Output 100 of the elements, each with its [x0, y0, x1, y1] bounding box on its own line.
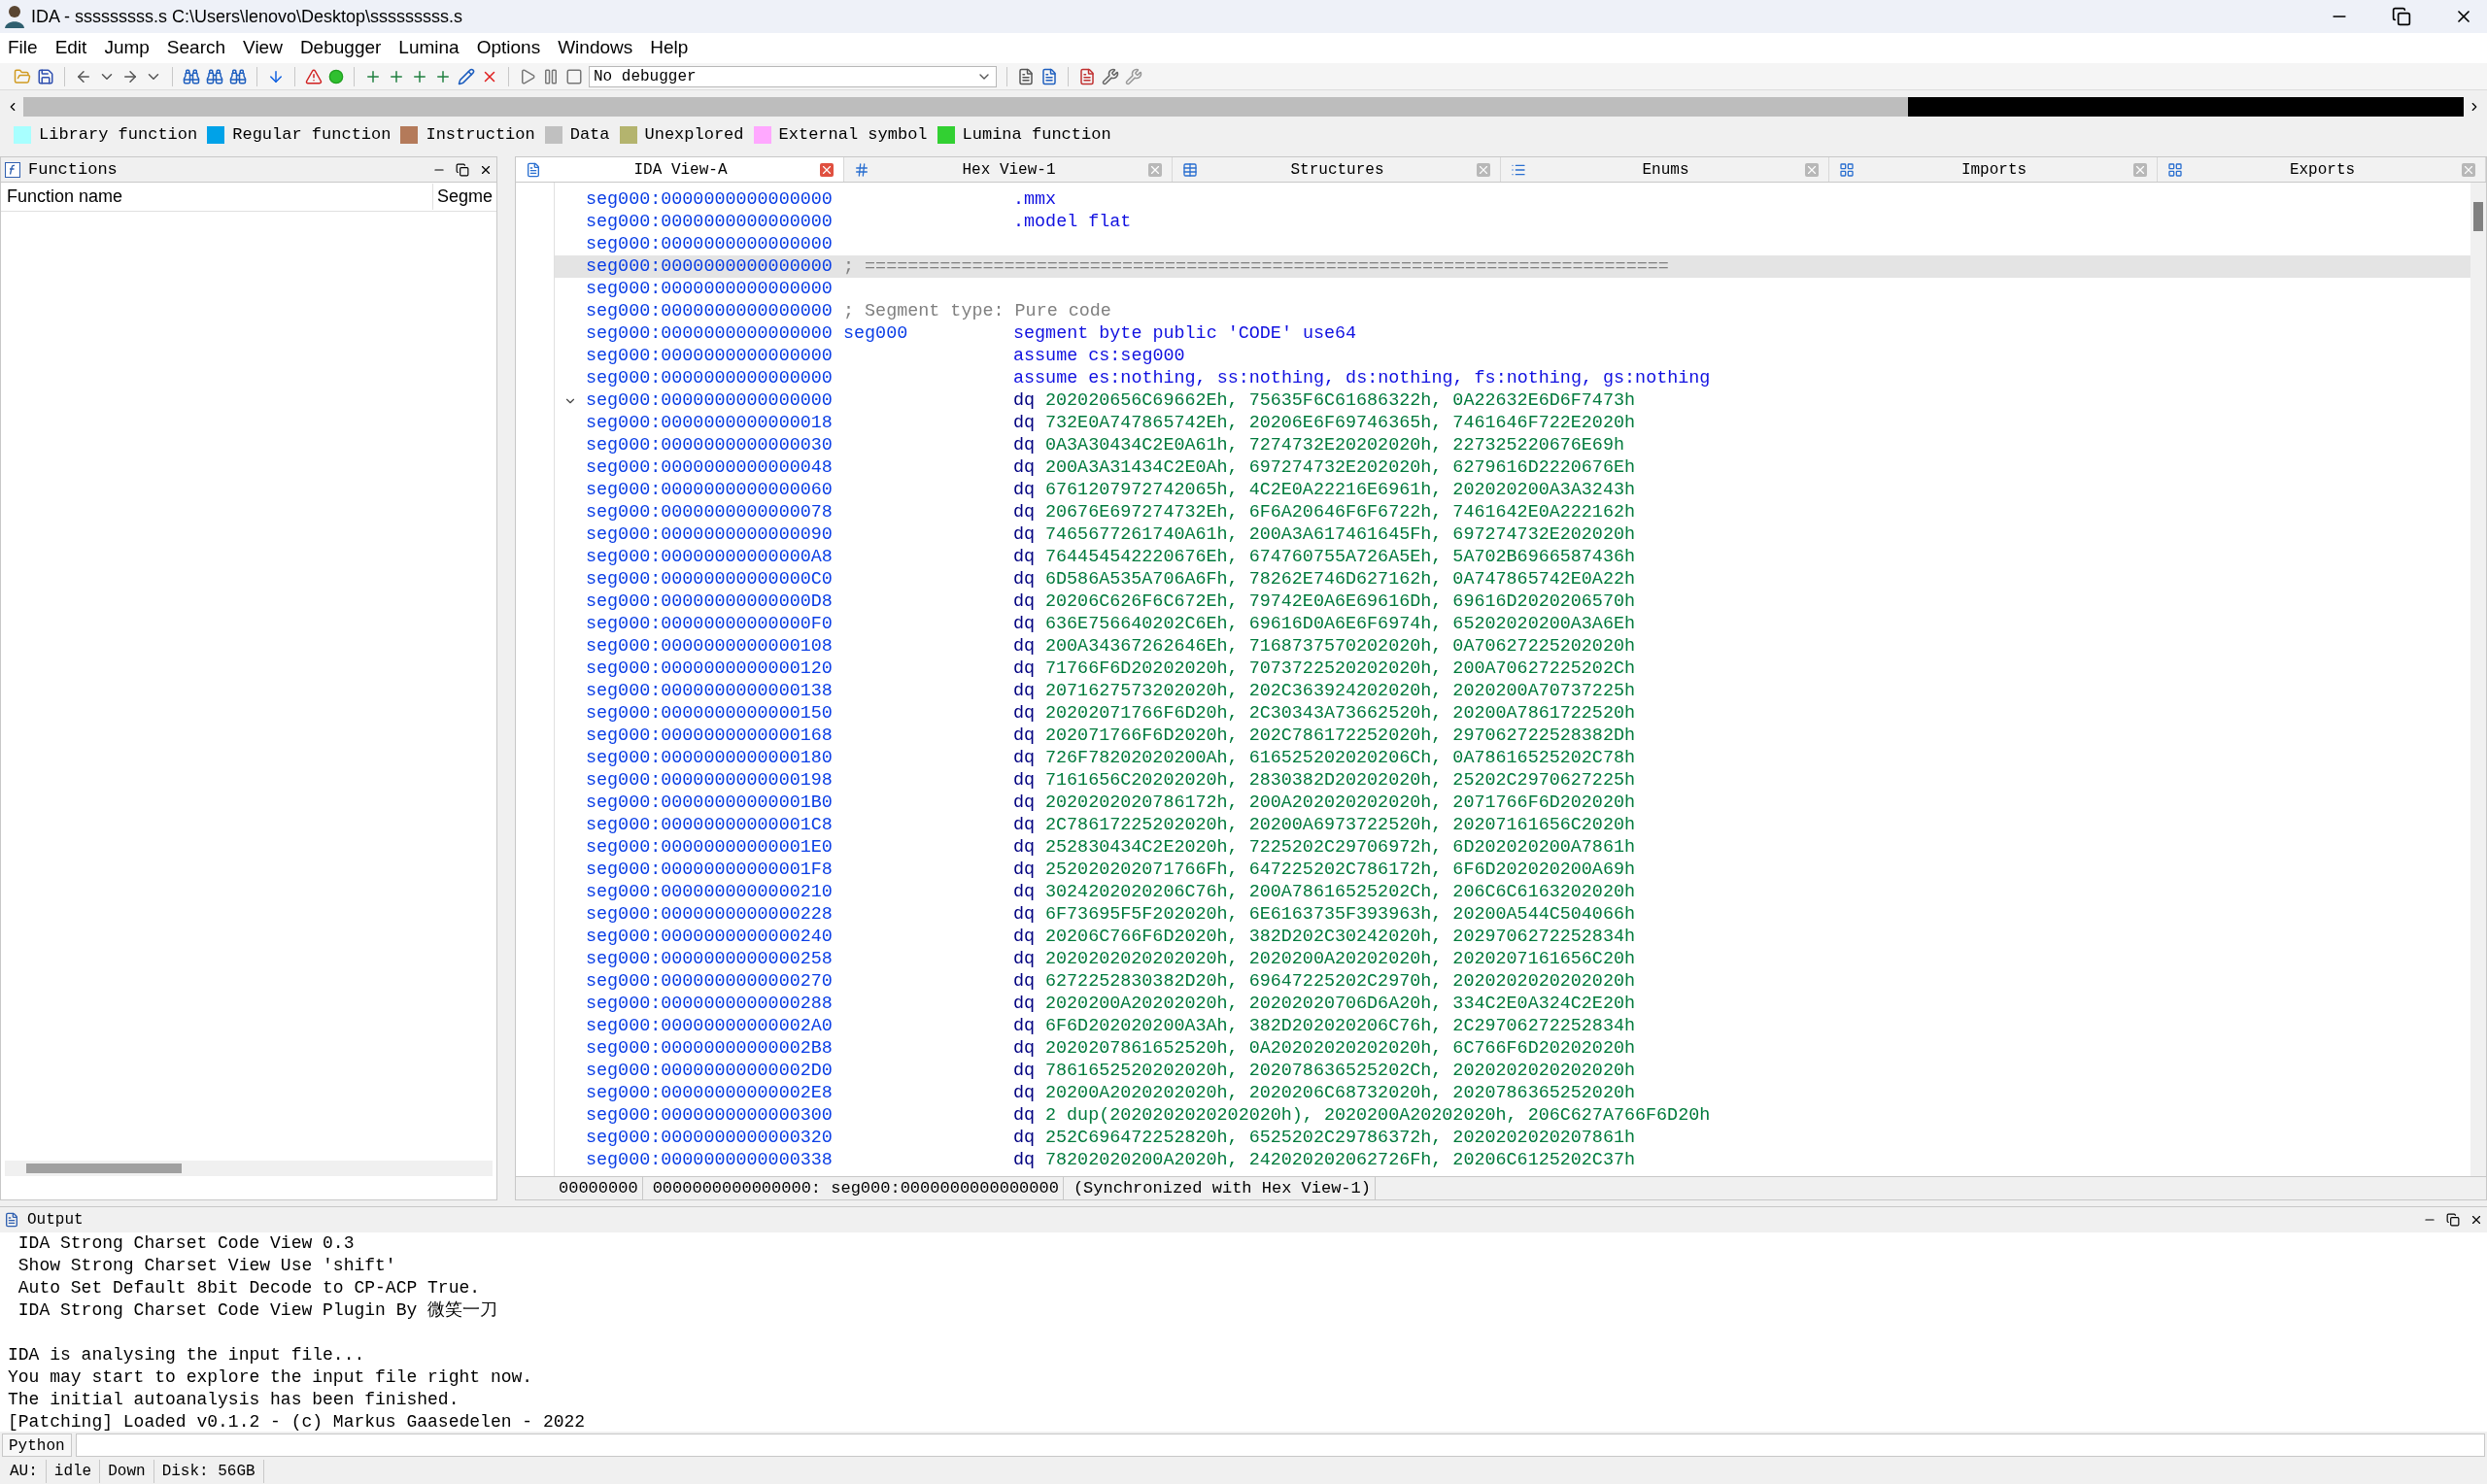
document-icon[interactable]	[1078, 67, 1096, 85]
pencil-icon[interactable]	[458, 67, 475, 85]
menu-item[interactable]: Search	[164, 34, 228, 62]
data-operands: 3024202020206C76h, 200A78616525202Ch, 206C6C6163202020h	[1045, 880, 1635, 904]
menu-item[interactable]: Lumina	[396, 34, 461, 62]
window-title: IDA - sssssssss.s C:\Users\lenovo\Desktop\sssssssss.s	[31, 5, 463, 28]
directive-text: segment byte public 'CODE' use64	[1013, 321, 1357, 346]
line-address: seg000:0000000000000000	[586, 232, 834, 256]
data-operands: 252020202071766Fh, 647225202C786172h, 6F6D202020200A69h	[1045, 858, 1635, 882]
line-address: seg000:0000000000000228	[586, 902, 834, 927]
legend-label: Instruction	[426, 124, 535, 147]
line-address: seg000:0000000000000000	[586, 277, 834, 301]
data-mnemonic: dq	[1013, 523, 1037, 547]
data-operands: 2020200A20202020h, 20202020706D6A20h, 334C2E0A324C2E20h	[1045, 992, 1635, 1016]
data-mnemonic: dq	[1013, 902, 1037, 927]
tab-icon	[854, 161, 869, 178]
binoculars-icon[interactable]	[229, 67, 247, 85]
data-operands: 252830434C2E2020h, 7225202C29706972h, 6D202020200A7861h	[1045, 835, 1635, 860]
data-mnemonic: dq	[1013, 657, 1037, 681]
data-mnemonic: dq	[1013, 768, 1037, 793]
horizontal-scrollbar[interactable]	[5, 1161, 493, 1176]
data-mnemonic: dq	[1013, 388, 1037, 413]
legend-label: Regular function	[232, 124, 392, 147]
status-bar-item: Down	[100, 1460, 154, 1483]
column-header[interactable]: Segme	[432, 184, 496, 210]
data-operands: 20200A2020202020h, 2020206C68732020h, 2020786365252020h	[1045, 1081, 1635, 1105]
output-icon	[4, 1212, 19, 1228]
line-address: seg000:0000000000000210	[586, 880, 834, 904]
data-operands: 2C78617225202020h, 20200A6973722520h, 20207161656C2020h	[1045, 813, 1635, 837]
data-mnemonic: dq	[1013, 947, 1037, 971]
menu-item[interactable]: File	[6, 34, 40, 62]
round-indicator-icon[interactable]	[328, 68, 344, 84]
data-operands: 200A3A31434C2E0Ah, 697274732E202020h, 6279616D2220676Eh	[1045, 455, 1635, 480]
data-operands: 20676E697274732Eh, 6F6A20646F6F6722h, 7461642E0A222162h	[1045, 500, 1635, 524]
wrench-icon[interactable]	[1102, 67, 1119, 85]
vertical-scrollbar[interactable]	[2470, 183, 2486, 1176]
output-line: Auto Set Default 8bit Decode to CP-ACP True.	[17, 1278, 481, 1298]
menu-item[interactable]: Debugger	[297, 34, 384, 62]
data-mnemonic: dq	[1013, 567, 1037, 591]
menu-item[interactable]: Edit	[52, 34, 89, 62]
line-address: seg000:0000000000000078	[586, 500, 834, 524]
line-address: seg000:0000000000000000	[586, 366, 834, 390]
data-operands: 6F73695F5F202020h, 6E6163735F393963h, 20200A544C504066h	[1045, 902, 1635, 927]
data-operands: 20202071766F6D20h, 2C30343A73662520h, 20200A7861722520h	[1045, 701, 1635, 725]
person-silhouette-icon	[4, 5, 25, 28]
data-mnemonic: dq	[1013, 1081, 1037, 1105]
function-icon	[5, 161, 20, 178]
python-button[interactable]: Python	[2, 1433, 72, 1457]
code-comment: ; ===========================================================================	[843, 254, 1669, 279]
line-address: seg000:00000000000001E0	[586, 835, 834, 860]
menu-item[interactable]: Help	[648, 34, 691, 62]
data-mnemonic: dq	[1013, 746, 1037, 770]
data-mnemonic: dq	[1013, 500, 1037, 524]
data-mnemonic: dq	[1013, 969, 1037, 994]
data-mnemonic: dq	[1013, 634, 1037, 658]
command-input[interactable]	[75, 1433, 2485, 1457]
panel-title: Functions	[28, 158, 118, 181]
menu-item[interactable]: Options	[474, 34, 543, 62]
code-comment: ; Segment type: Pure code	[843, 299, 1111, 323]
data-mnemonic: dq	[1013, 590, 1037, 614]
line-address: seg000:0000000000000288	[586, 992, 834, 1016]
data-operands: 6272252830382D20h, 69647225202C2970h, 2020202020202020h	[1045, 969, 1635, 994]
data-mnemonic: dq	[1013, 1059, 1037, 1083]
tab-icon	[1839, 161, 1855, 178]
view-tab[interactable]: IDA View-A	[516, 157, 844, 182]
document-icon[interactable]	[1040, 67, 1058, 85]
binoculars-icon[interactable]	[206, 67, 223, 85]
wrench-icon[interactable]	[1125, 67, 1142, 85]
debugger-select[interactable]: No debugger	[589, 65, 997, 87]
data-mnemonic: dq	[1013, 1103, 1037, 1128]
restore-icon[interactable]	[456, 162, 469, 177]
line-address: seg000:00000000000001F8	[586, 858, 834, 882]
document-icon[interactable]	[1017, 67, 1035, 85]
navigation-band[interactable]	[23, 97, 2464, 117]
data-mnemonic: dq	[1013, 835, 1037, 860]
data-operands: 20206C626F6C672Eh, 79742E0A6E69616Dh, 69616D2020206570h	[1045, 590, 1635, 614]
legend-label: External symbol	[778, 124, 928, 147]
save-icon[interactable]	[37, 67, 54, 85]
status-segment: 00000000	[555, 1175, 643, 1201]
menu-item[interactable]: View	[241, 34, 285, 62]
menu-item[interactable]: Windows	[556, 34, 635, 62]
menu-item[interactable]: Jump	[102, 34, 152, 62]
output-line: You may start to explore the input file right now.	[8, 1367, 533, 1387]
data-operands: 2020207861652520h, 0A20202020202020h, 6C766F6D20202020h	[1045, 1036, 1635, 1061]
tab-close-icon[interactable]	[820, 162, 834, 177]
restore-icon[interactable]	[2446, 1213, 2460, 1227]
binoculars-icon[interactable]	[183, 67, 200, 85]
close-icon[interactable]	[2470, 1213, 2483, 1227]
output-line: IDA Strong Charset Code View 0.3	[17, 1233, 355, 1253]
warning-icon[interactable]	[305, 67, 323, 85]
line-address: seg000:0000000000000120	[586, 657, 834, 681]
restore-icon[interactable]	[2392, 7, 2411, 26]
play-icon[interactable]	[519, 67, 536, 85]
column-header[interactable]: Function name	[1, 184, 433, 210]
line-address: seg000:0000000000000090	[586, 523, 834, 547]
data-operands: 252C696472252820h, 6525202C29786372h, 2020202020207861h	[1045, 1126, 1635, 1150]
pause-icon[interactable]	[542, 67, 560, 85]
data-operands: 726F78202020200Ah, 616525202020206Ch, 0A78616525202C78h	[1045, 746, 1635, 770]
line-address: seg000:0000000000000150	[586, 701, 834, 725]
stop-icon[interactable]	[565, 67, 583, 85]
